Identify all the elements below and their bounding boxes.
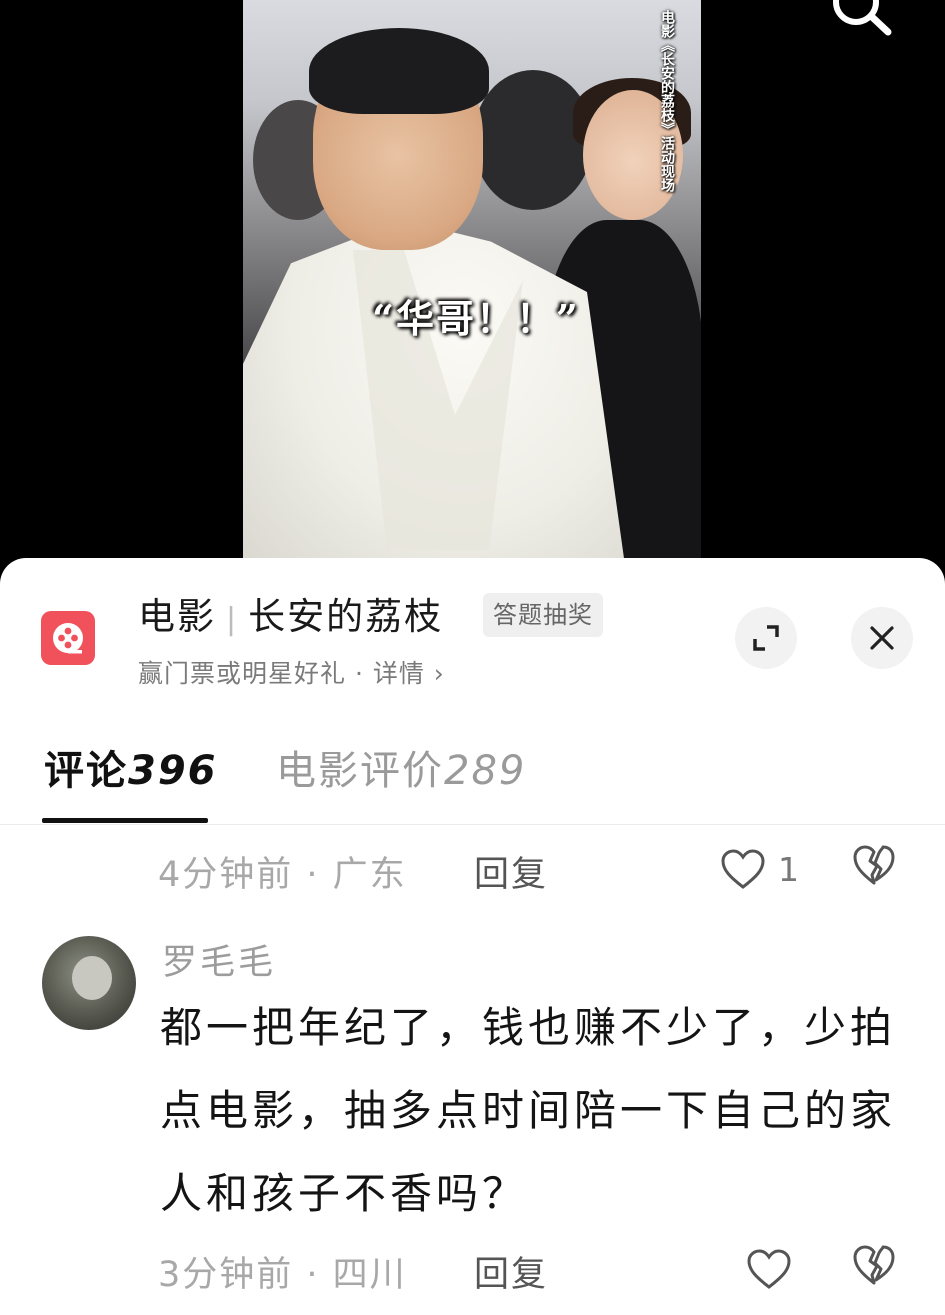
movie-card[interactable]: 电影 | 长安的荔枝 答题抽奖 赢门票或明星好礼 · 详情 › (0, 558, 945, 708)
expand-icon (753, 625, 779, 651)
prev-comment-meta: 4分钟前 · 广东 回复 1 (0, 840, 945, 900)
tab-reviews-count: 289 (444, 748, 527, 794)
broken-heart-icon (853, 845, 895, 885)
movie-promo-link[interactable]: 赢门票或明星好礼 · 详情 › (138, 654, 445, 690)
video-player[interactable]: “华哥！！” 电影《长安的荔枝》活动现场 (0, 0, 945, 580)
film-reel-icon (53, 623, 83, 654)
tab-comments-label: 评论 (44, 748, 128, 794)
movie-logo (41, 611, 95, 665)
title-separator: | (226, 602, 239, 637)
comment-tabs: 评论396 电影评价289 (0, 738, 945, 825)
tab-comments-count: 396 (128, 748, 218, 794)
comment-time-location: 3分钟前 · 四川 (158, 1255, 407, 1295)
like-button[interactable]: 1 (720, 844, 799, 894)
avatar[interactable] (42, 936, 136, 1030)
movie-category: 电影 (138, 595, 216, 638)
video-subtitle: “华哥！！” (372, 296, 580, 341)
tab-movie-reviews[interactable]: 电影评价289 (276, 738, 526, 796)
like-button[interactable] (746, 1244, 804, 1294)
comment-meta: 3分钟前 · 四川 回复 (0, 1240, 945, 1300)
search-button[interactable] (826, 0, 896, 38)
dislike-button[interactable] (852, 1244, 896, 1290)
like-count: 1 (778, 849, 799, 889)
avatar-figure (72, 956, 112, 1000)
broken-heart-icon (853, 1245, 895, 1285)
heart-icon (721, 849, 765, 889)
comment-time-location: 4分钟前 · 广东 (158, 855, 407, 895)
active-tab-indicator (42, 818, 208, 823)
tab-reviews-label: 电影评价 (276, 748, 444, 794)
comment-text: 都一把年纪了，钱也赚不少了，少拍点电影，抽多点时间陪一下自己的家人和孩子不香吗？ (160, 1003, 897, 1218)
heart-icon (747, 1249, 791, 1289)
comment-username[interactable]: 罗毛毛 (162, 934, 276, 985)
search-icon (833, 0, 892, 36)
close-icon (870, 626, 894, 650)
quiz-badge[interactable]: 答题抽奖 (483, 593, 603, 637)
expand-button[interactable] (735, 607, 797, 669)
tab-comments[interactable]: 评论396 (44, 738, 218, 796)
close-button[interactable] (851, 607, 913, 669)
video-side-caption: 电影《长安的荔枝》活动现场 (659, 10, 675, 192)
reply-button[interactable]: 回复 (474, 1246, 548, 1297)
dislike-button[interactable] (852, 844, 896, 890)
movie-name: 长安的荔枝 (248, 595, 444, 638)
comment-sheet: 电影 | 长安的荔枝 答题抽奖 赢门票或明星好礼 · 详情 › 评论396 电影评价… (0, 558, 945, 1315)
reply-button[interactable]: 回复 (474, 846, 548, 897)
video-frame: “华哥！！” 电影《长安的荔枝》活动现场 (243, 0, 701, 560)
movie-title[interactable]: 电影 | 长安的荔枝 (138, 586, 443, 640)
man-hair (309, 28, 489, 114)
